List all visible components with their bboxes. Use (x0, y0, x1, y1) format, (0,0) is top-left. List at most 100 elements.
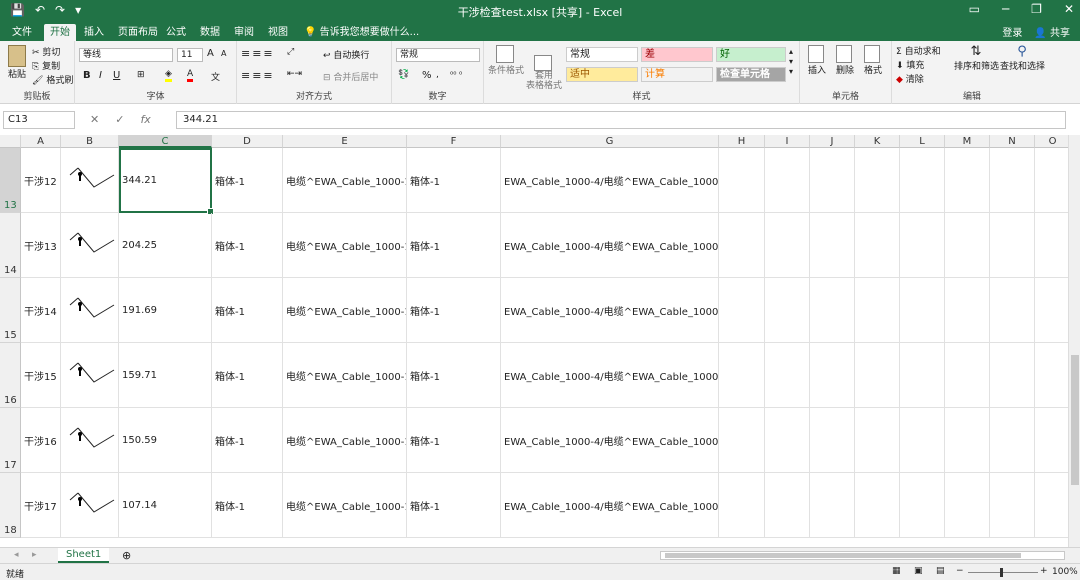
sheet-tab-sheet1[interactable]: Sheet1 (58, 548, 110, 563)
style-normal[interactable]: 常规 (566, 47, 638, 62)
font-size-select[interactable]: 11 (177, 48, 203, 62)
ribbon-display-icon[interactable]: ▭ (969, 2, 980, 16)
column-header-b[interactable]: B (61, 135, 119, 148)
cell-b16[interactable] (61, 343, 119, 408)
cell-f18[interactable]: 箱体-1 (407, 473, 501, 538)
cell-h18[interactable] (719, 473, 765, 538)
cell-d13[interactable]: 箱体-1 (212, 148, 283, 213)
cell-e18[interactable]: 电缆^EWA_Cable_1000-1 (283, 473, 407, 538)
decimal-icons[interactable]: ⁰⁰ ⁰ (450, 70, 462, 79)
cell-a14[interactable]: 干涉13 (21, 213, 61, 278)
select-all-corner[interactable] (0, 135, 21, 148)
page-break-view-icon[interactable]: ▤ (936, 566, 945, 576)
cell-g13[interactable]: EWA_Cable_1000-4/电缆^EWA_Cable_1000-1 (501, 148, 719, 213)
cell-k15[interactable] (855, 278, 900, 343)
cell-m13[interactable] (945, 148, 990, 213)
zoom-slider[interactable] (968, 568, 1038, 577)
cell-o18[interactable] (1035, 473, 1068, 538)
cell-i14[interactable] (765, 213, 810, 278)
cell-m15[interactable] (945, 278, 990, 343)
cell-j17[interactable] (810, 408, 855, 473)
italic-button[interactable]: I (99, 70, 102, 81)
cell-k13[interactable] (855, 148, 900, 213)
cell-n15[interactable] (990, 278, 1035, 343)
login-link[interactable]: 登录 (1002, 24, 1022, 39)
column-header-m[interactable]: M (945, 135, 990, 148)
clear-button[interactable]: ◆ 清除 (896, 72, 924, 85)
page-layout-view-icon[interactable]: ▣ (914, 566, 923, 576)
cell-f17[interactable]: 箱体-1 (407, 408, 501, 473)
column-header-g[interactable]: G (501, 135, 719, 148)
cell-h17[interactable] (719, 408, 765, 473)
style-neutral[interactable]: 适中 (566, 67, 638, 82)
row-header[interactable]: 15 (0, 278, 21, 343)
cell-h13[interactable] (719, 148, 765, 213)
horizontal-scroll-thumb[interactable] (665, 553, 1021, 558)
cell-n18[interactable] (990, 473, 1035, 538)
cell-a17[interactable]: 干涉16 (21, 408, 61, 473)
embedded-sketch-icon[interactable] (64, 230, 116, 260)
accounting-icon[interactable]: 💱 (398, 70, 409, 80)
cell-f16[interactable]: 箱体-1 (407, 343, 501, 408)
embedded-sketch-icon[interactable] (64, 165, 116, 195)
column-header-c[interactable]: C (119, 135, 212, 148)
delete-cells-button[interactable]: 删除 (836, 45, 854, 76)
tab-review[interactable]: 审阅 (228, 24, 260, 41)
cell-a13[interactable]: 干涉12 (21, 148, 61, 213)
row-header[interactable]: 17 (0, 408, 21, 473)
embedded-sketch-icon[interactable] (64, 360, 116, 390)
cell-g18[interactable]: EWA_Cable_1000-4/电缆^EWA_Cable_1000-1 (501, 473, 719, 538)
cell-c17[interactable]: 150.59 (119, 408, 212, 473)
cell-c13[interactable]: 344.21 (119, 148, 212, 213)
shrink-font-button[interactable]: A (221, 49, 226, 58)
sheet-next-icon[interactable]: ▸ (32, 550, 37, 560)
font-name-select[interactable]: 等线 (79, 48, 173, 62)
cell-b13[interactable] (61, 148, 119, 213)
cell-f15[interactable]: 箱体-1 (407, 278, 501, 343)
cell-d17[interactable]: 箱体-1 (212, 408, 283, 473)
column-header-n[interactable]: N (990, 135, 1035, 148)
indent-icons[interactable]: ⇤⇥ (287, 69, 302, 79)
cell-d15[interactable]: 箱体-1 (212, 278, 283, 343)
cell-i13[interactable] (765, 148, 810, 213)
cell-n17[interactable] (990, 408, 1035, 473)
cell-h14[interactable] (719, 213, 765, 278)
font-color-icon[interactable]: A (187, 69, 194, 82)
format-painter-button[interactable]: 🖌 格式刷 (32, 73, 73, 86)
column-header-h[interactable]: H (719, 135, 765, 148)
horizontal-scrollbar[interactable] (660, 551, 1065, 560)
cell-f13[interactable]: 箱体-1 (407, 148, 501, 213)
phonetic-icon[interactable]: 文 (211, 70, 220, 83)
borders-icon[interactable]: ⊞ (137, 70, 145, 80)
column-header-e[interactable]: E (283, 135, 407, 148)
cell-k14[interactable] (855, 213, 900, 278)
embedded-sketch-icon[interactable] (64, 295, 116, 325)
column-header-j[interactable]: J (810, 135, 855, 148)
add-sheet-icon[interactable]: ⊕ (122, 549, 131, 562)
vertical-scrollbar[interactable] (1068, 135, 1080, 547)
cell-f14[interactable]: 箱体-1 (407, 213, 501, 278)
column-header-k[interactable]: K (855, 135, 900, 148)
insert-function-button[interactable]: fx (140, 113, 150, 126)
horizontal-align-icons[interactable]: ≡≡≡ (241, 69, 275, 82)
wrap-text-button[interactable]: ↩ 自动换行 (323, 48, 369, 61)
cell-m16[interactable] (945, 343, 990, 408)
column-header-i[interactable]: I (765, 135, 810, 148)
cell-i17[interactable] (765, 408, 810, 473)
conditional-format-button[interactable]: 条件格式 (488, 45, 524, 76)
cell-c16[interactable]: 159.71 (119, 343, 212, 408)
cell-o16[interactable] (1035, 343, 1068, 408)
cell-a18[interactable]: 干涉17 (21, 473, 61, 538)
cell-k18[interactable] (855, 473, 900, 538)
find-select-button[interactable]: ⚲ 查找和选择 (1000, 44, 1045, 72)
number-format-select[interactable]: 常规 (396, 48, 480, 62)
cell-c18[interactable]: 107.14 (119, 473, 212, 538)
cell-e13[interactable]: 电缆^EWA_Cable_1000-1 (283, 148, 407, 213)
sort-filter-button[interactable]: ⇅ 排序和筛选 (954, 44, 999, 72)
cell-a16[interactable]: 干涉15 (21, 343, 61, 408)
row-header[interactable]: 16 (0, 343, 21, 408)
cell-l15[interactable] (900, 278, 945, 343)
tab-file[interactable]: 文件 (6, 24, 38, 41)
insert-cells-button[interactable]: 插入 (808, 45, 826, 76)
cell-l18[interactable] (900, 473, 945, 538)
